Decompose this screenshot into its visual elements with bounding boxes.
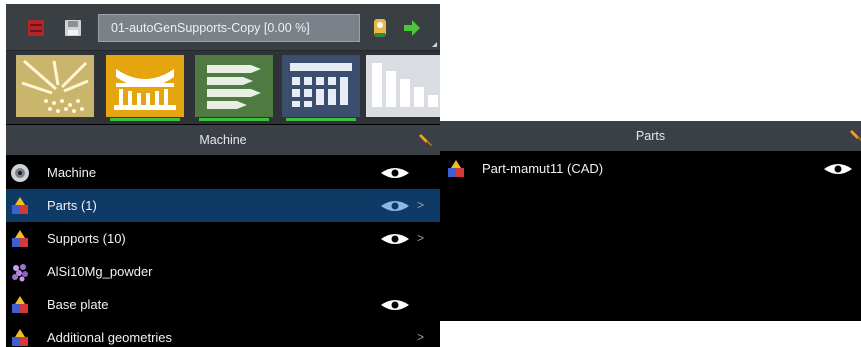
workflow-tiles — [6, 51, 440, 124]
tile-build[interactable] — [282, 55, 360, 121]
parts-list-item[interactable]: Part-mamut11 (CAD) — [440, 152, 861, 185]
resize-grip-icon[interactable] — [432, 42, 437, 47]
chevron-right-icon[interactable]: > — [417, 222, 424, 255]
part-name: Part-mamut11 (CAD) — [482, 161, 604, 176]
run-button[interactable] — [368, 16, 392, 40]
toolbar: 01-autoGenSupports-Copy [0.00 %] — [6, 4, 440, 51]
next-arrow-icon — [404, 20, 420, 36]
powder-icon — [12, 264, 28, 282]
tree-item-label: AlSi10Mg_powder — [47, 264, 153, 279]
build-layout-icon — [290, 63, 352, 107]
tree-item-machine[interactable]: Machine — [6, 156, 440, 189]
project-title: 01-autoGenSupports-Copy [0.00 %] — [98, 14, 360, 42]
parts-icon — [12, 329, 28, 346]
disc-icon — [11, 164, 29, 182]
machine-panel-title: Machine — [199, 133, 247, 147]
parts-icon — [12, 230, 28, 247]
tree-item-label: Additional geometries — [47, 330, 173, 345]
pin-icon[interactable] — [418, 132, 434, 148]
machine-panel-header: Machine — [6, 125, 440, 155]
eye-icon[interactable] — [380, 166, 410, 180]
eye-icon[interactable] — [380, 199, 410, 213]
tree-item-label: Supports (10) — [47, 231, 126, 246]
slices-icon — [372, 63, 438, 107]
tile-supports[interactable] — [106, 55, 184, 121]
pin-icon[interactable] — [849, 128, 861, 144]
tile-slices[interactable] — [366, 55, 440, 117]
tree-item-additional-geometries[interactable]: Additional geometries > — [6, 321, 440, 347]
list-icon — [207, 65, 261, 109]
tree-item-powder[interactable]: AlSi10Mg_powder — [6, 255, 440, 288]
stop-button[interactable] — [24, 16, 48, 40]
parts-list: Part-mamut11 (CAD) — [440, 152, 861, 185]
tree-item-supports[interactable]: Supports (10) > — [6, 222, 440, 255]
parts-panel: Parts Part-mamut11 (CAD) — [440, 121, 861, 321]
parts-panel-title: Parts — [635, 129, 666, 143]
next-button[interactable] — [400, 16, 424, 40]
save-button[interactable] — [61, 16, 85, 40]
tree-item-label: Machine — [47, 165, 97, 180]
tree-item-base-plate[interactable]: Base plate — [6, 288, 440, 321]
parts-icon — [12, 197, 28, 214]
eye-icon[interactable] — [380, 298, 410, 312]
machine-tree: Machine Parts (1) > Supports (10) > AlSi… — [6, 156, 440, 347]
tree-item-label: Parts (1) — [47, 198, 97, 213]
tile-active-indicator — [110, 118, 180, 121]
tile-exposure[interactable] — [16, 55, 94, 117]
machine-panel: 01-autoGenSupports-Copy [0.00 %] Machine… — [6, 4, 440, 347]
chevron-right-icon[interactable]: > — [417, 189, 424, 222]
tree-item-label: Base plate — [47, 297, 109, 312]
parts-icon — [448, 160, 464, 177]
chevron-right-icon[interactable]: > — [417, 321, 424, 347]
tile-indicator — [199, 118, 269, 121]
eye-icon[interactable] — [823, 162, 853, 176]
save-icon — [65, 20, 81, 36]
parts-icon — [12, 296, 28, 313]
tile-indicator — [286, 118, 356, 121]
laser-beam-icon — [21, 59, 89, 113]
tile-job[interactable] — [195, 55, 273, 121]
parts-panel-header: Parts — [440, 121, 861, 151]
tree-item-parts[interactable]: Parts (1) > — [6, 189, 440, 222]
run-icon — [374, 19, 386, 37]
eye-icon[interactable] — [380, 232, 410, 246]
stop-icon — [28, 20, 44, 36]
supports-icon — [114, 69, 176, 110]
